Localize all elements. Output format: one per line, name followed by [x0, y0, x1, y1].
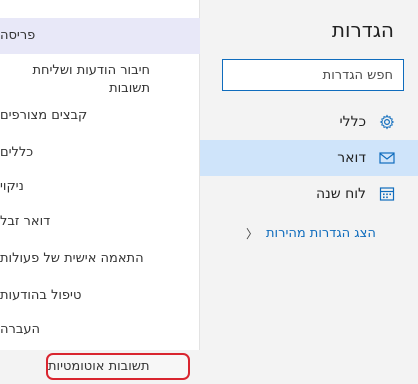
mail-settings-item-message-handling[interactable]: טיפול בהודעות	[0, 284, 200, 308]
list-item-label: פריסה	[0, 28, 36, 43]
mail-icon	[378, 149, 396, 167]
mail-settings-item-attachments[interactable]: קבצים מצורפים	[0, 104, 200, 128]
list-item-label: התאמה אישית של פעולות	[0, 251, 144, 266]
mail-settings-item-junk[interactable]: דואר זבל	[0, 210, 200, 234]
calendar-icon	[378, 185, 396, 203]
list-item-label: כללים	[0, 145, 34, 160]
list-item-label: דואר זבל	[0, 214, 51, 229]
list-item-label: טיפול בהודעות	[0, 288, 82, 303]
list-item-label: חיבור הודעות ושליחת תשובות	[32, 63, 150, 96]
nav-item-calendar[interactable]: לוח שנה	[200, 176, 418, 212]
nav-item-general-label: כללי	[339, 114, 366, 130]
nav-item-mail-label: דואר	[337, 150, 366, 166]
list-item-label: ניקוי	[0, 179, 24, 194]
quick-settings-label: הצג הגדרות מהירות	[266, 225, 376, 241]
nav-item-calendar-label: לוח שנה	[315, 186, 366, 202]
mail-settings-item-automatic-replies[interactable]: תשובות אוטומטיות	[46, 353, 190, 380]
mail-settings-item-rules[interactable]: כללים	[0, 141, 200, 165]
list-item-label: קבצים מצורפים	[0, 108, 88, 123]
settings-title: הגדרות	[331, 18, 394, 42]
chevron-left-icon: 〈	[246, 226, 259, 241]
settings-search-input[interactable]	[222, 59, 404, 91]
gear-icon	[378, 113, 396, 131]
nav-item-general[interactable]: כללי	[200, 104, 418, 140]
list-item-label: תשובות אוטומטיות	[48, 359, 150, 374]
mail-settings-item-forwarding[interactable]: העברה	[0, 318, 200, 342]
quick-settings-link[interactable]: הצג הגדרות מהירות 〈	[246, 222, 376, 244]
mail-settings-item-customize-actions[interactable]: התאמה אישית של פעולות	[0, 247, 200, 271]
nav-item-mail[interactable]: דואר	[200, 140, 418, 176]
mail-settings-item-layout[interactable]: פריסה	[0, 18, 200, 54]
mail-settings-item-sweep[interactable]: ניקוי	[0, 175, 200, 199]
mail-settings-item-compose-reply[interactable]: חיבור הודעות ושליחת תשובות	[0, 60, 200, 100]
list-item-label: העברה	[0, 322, 40, 337]
